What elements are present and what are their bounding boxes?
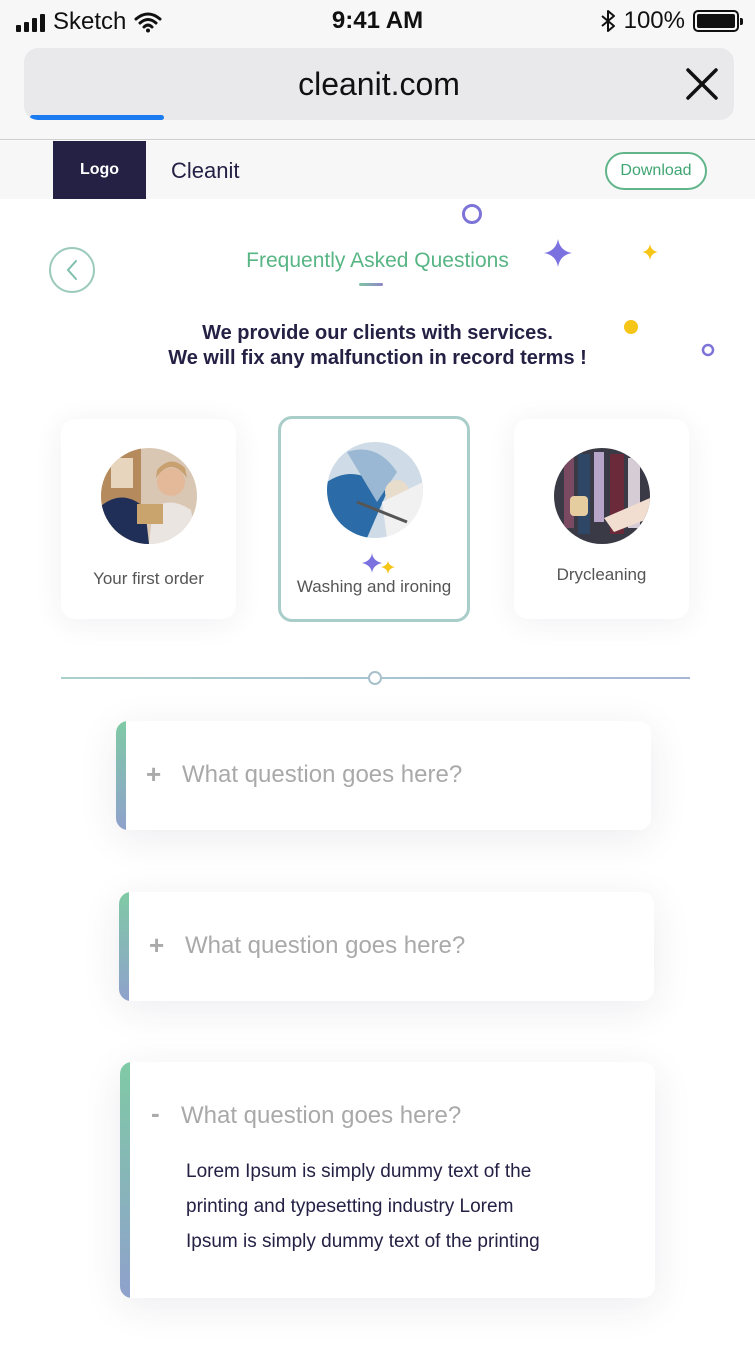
faq-answer-line: Lorem Ipsum is simply dummy text of the (186, 1161, 532, 1182)
faq-accent-bar (120, 1062, 130, 1298)
faq-item-expanded[interactable]: - What question goes here? Lorem Ipsum i… (120, 1062, 655, 1298)
subtitle-line-2: We will fix any malfunction in record te… (168, 347, 587, 369)
faq-question: What question goes here? (182, 761, 463, 788)
status-bar: Sketch 9:41 AM 100% (0, 0, 755, 42)
close-icon[interactable] (684, 66, 720, 102)
page-subtitle: We provide our clients with services. We… (0, 321, 755, 371)
ring-decoration-icon (462, 204, 482, 224)
faq-answer: Lorem Ipsum is simply dummy text of the … (186, 1154, 540, 1259)
faq-answer-line: printing and typesetting industry Lorem (186, 1196, 514, 1217)
faq-page: Frequently Asked Questions We provide ou… (0, 199, 755, 1357)
divider-knob (368, 671, 382, 685)
battery-icon (693, 10, 743, 32)
expand-plus-icon[interactable]: + (146, 759, 161, 790)
download-button[interactable]: Download (605, 152, 707, 190)
bluetooth-icon (600, 10, 615, 32)
category-drycleaning[interactable]: Drycleaning (514, 419, 689, 619)
status-right: 100% (600, 7, 743, 35)
sparkle-duo-icon (362, 553, 395, 574)
customer-photo-icon (101, 448, 197, 544)
faq-accent-bar (116, 721, 126, 830)
faq-question: What question goes here? (181, 1102, 462, 1129)
category-label: Your first order (93, 569, 204, 588)
expand-plus-icon[interactable]: + (149, 930, 164, 961)
url-text: cleanit.com (298, 66, 460, 102)
category-label: Washing and ironing (296, 577, 452, 596)
collapse-minus-icon[interactable]: - (151, 1098, 160, 1129)
title-underline (359, 283, 383, 286)
faq-item[interactable]: + What question goes here? (116, 721, 651, 830)
page-load-progress (30, 115, 164, 120)
site-header: Logo Cleanit Download (0, 141, 755, 199)
faq-item[interactable]: + What question goes here? (119, 892, 654, 1001)
battery-percent: 100% (623, 7, 685, 34)
category-washing-ironing[interactable]: Washing and ironing (278, 416, 470, 622)
washing-photo-icon (327, 442, 423, 538)
category-label: Drycleaning (556, 565, 647, 584)
faq-question: What question goes here? (185, 932, 466, 959)
subtitle-line-1: We provide our clients with services. (202, 322, 553, 344)
category-first-order[interactable]: Your first order (61, 419, 236, 619)
browser-chrome: cleanit.com (0, 42, 755, 140)
address-bar[interactable]: cleanit.com (24, 48, 734, 120)
brand-name: Cleanit (171, 158, 240, 183)
faq-answer-line: Ipsum is simply dummy text of the printi… (186, 1231, 540, 1252)
faq-accent-bar (119, 892, 129, 1001)
logo[interactable]: Logo (53, 141, 146, 199)
page-title: Frequently Asked Questions (246, 249, 509, 272)
drycleaning-photo-icon (554, 448, 650, 544)
